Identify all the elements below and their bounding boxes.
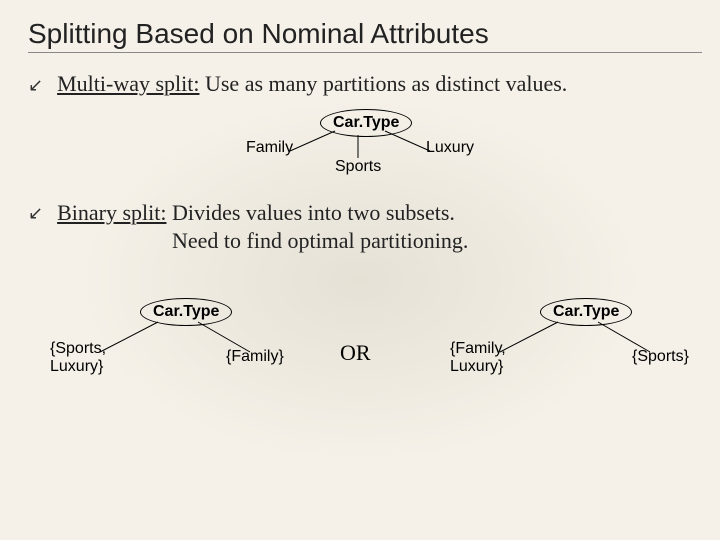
arrow-icon: ↙ [28,75,43,96]
leaf-sports-set: {Sports} [632,348,689,366]
arrow-icon: ↙ [28,203,43,224]
binary-desc2: Need to find optimal partitioning. [172,228,468,253]
node-cartype-multi: Car.Type [320,109,412,137]
title-underline [28,52,702,53]
multi-desc: Use as many partitions as distinct value… [199,71,567,96]
leaf-family: Family [246,139,293,157]
bullet-multiway: ↙ Multi-way split: Use as many partition… [0,65,720,103]
binary-diagrams: Car.Type {Sports, Luxury} {Family} OR Ca… [0,280,720,400]
binary-desc1: Divides values into two subsets. [166,200,454,225]
binary-label: Binary split: [57,200,166,225]
node-cartype-right: Car.Type [540,298,632,326]
leaf-luxury: Luxury [426,139,474,157]
leaf-family-set: {Family} [226,348,284,366]
bullet-binary-text: Binary split: Divides values into two su… [57,199,468,254]
leaf-sports-luxury: {Sports, Luxury} [50,340,106,376]
leaf-sports: Sports [335,158,381,176]
slide-title: Splitting Based on Nominal Attributes [0,0,720,52]
node-cartype-left: Car.Type [140,298,232,326]
bullet-multiway-text: Multi-way split: Use as many partitions … [57,71,567,97]
multiway-diagram: Car.Type Family Sports Luxury [0,103,720,193]
bullet-binary: ↙ Binary split: Divides values into two … [0,193,720,260]
leaf-family-luxury: {Family, Luxury} [450,340,506,376]
or-label: OR [340,340,371,366]
multi-label: Multi-way split: [57,71,199,96]
